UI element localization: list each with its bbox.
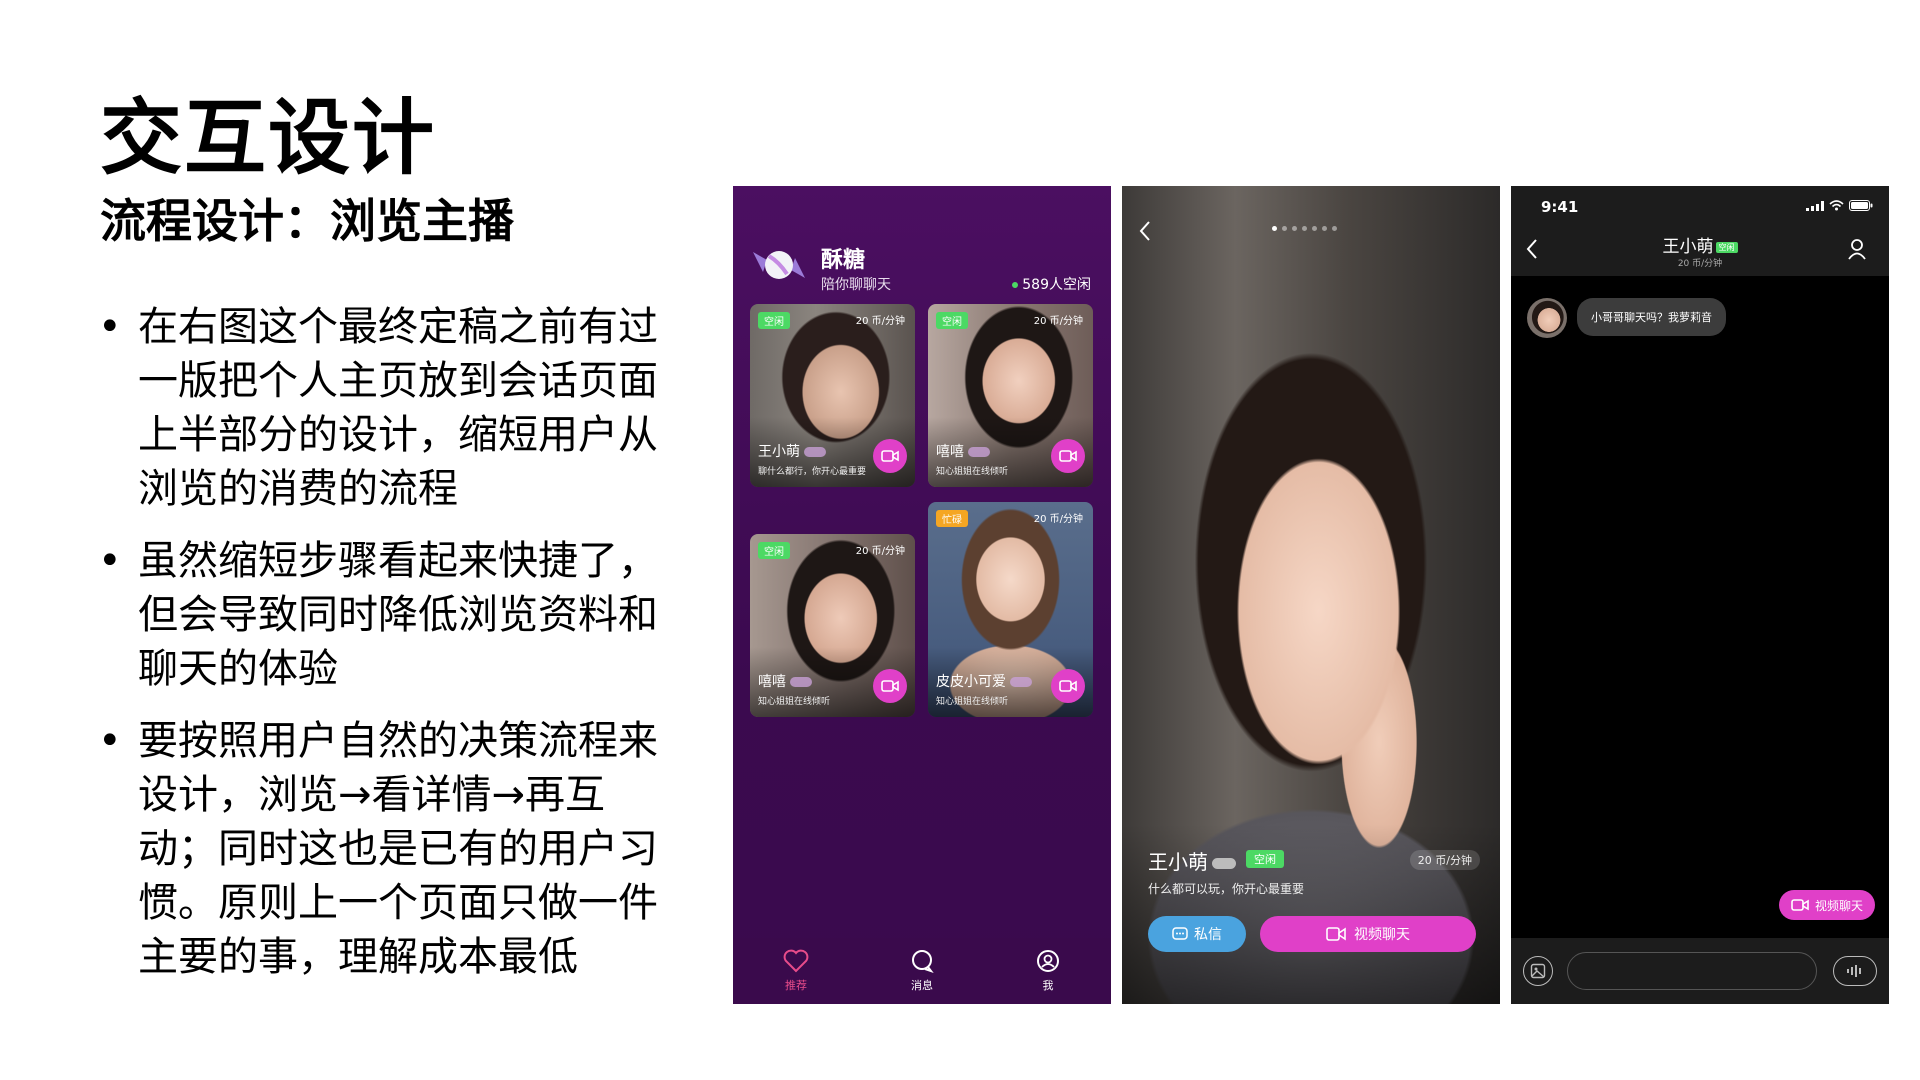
chat-message-bubble: 小哥哥聊天吗？我萝莉音: [1577, 298, 1726, 336]
image-icon: [1530, 963, 1546, 979]
anchor-name: 嘻嘻: [758, 671, 812, 691]
anchor-card[interactable]: 空闲 20 币/分钟 嘻嘻 知心姐姐在线倾听: [750, 534, 915, 717]
anchor-desc: 知心姐姐在线倾听: [936, 697, 1009, 707]
screen-anchor-list: 酥糖 陪你聊聊天 589人空闲 空闲 20 币/分钟 王小萌 聊什么都行，你开心…: [733, 186, 1111, 1004]
price-label: 20 币/分钟: [1409, 850, 1480, 870]
status-badge: 空闲: [1246, 850, 1284, 868]
anchor-card[interactable]: 忙碌 20 币/分钟 皮皮小可爱 知心姐姐在线倾听: [928, 502, 1093, 717]
photo-pager-dots: [1272, 226, 1337, 231]
slide-subtitle: 流程设计：浏览主播: [100, 194, 514, 248]
video-camera-icon: [881, 680, 899, 692]
tab-bar: 推荐 消息 我: [733, 938, 1111, 1004]
video-camera-icon: [1059, 450, 1077, 462]
back-arrow-icon[interactable]: [1138, 220, 1152, 242]
anchor-card[interactable]: 空闲 20 币/分钟 王小萌 聊什么都行，你开心最重要: [750, 304, 915, 487]
video-camera-icon: [881, 450, 899, 462]
video-call-button[interactable]: [873, 669, 907, 703]
profile-icon: [1037, 950, 1059, 972]
anchor-name: 王小萌: [1148, 846, 1236, 875]
slide-title: 交互设计: [100, 91, 437, 186]
voice-input-button[interactable]: [1833, 956, 1877, 986]
tab-me[interactable]: 我: [1008, 949, 1088, 993]
image-picker-button[interactable]: [1523, 956, 1553, 986]
status-icons: [1806, 200, 1873, 211]
status-badge: 忙碌: [936, 510, 968, 527]
candy-logo-icon: [753, 251, 805, 279]
heart-icon: [783, 949, 809, 973]
bullet-list: 在右图这个最终定稿之前有过一版把个人主页放到会话页面上半部分的设计，缩短用户从浏…: [96, 300, 676, 1002]
status-time: 9:41: [1541, 198, 1579, 216]
bullet-item: 在右图这个最终定稿之前有过一版把个人主页放到会话页面上半部分的设计，缩短用户从浏…: [96, 300, 676, 516]
anchor-card[interactable]: 空闲 20 币/分钟 嘻嘻 知心姐姐在线倾听: [928, 304, 1093, 487]
user-profile-icon[interactable]: [1847, 238, 1867, 260]
status-badge: 空闲: [758, 312, 790, 329]
bullet-item: 虽然缩短步骤看起来快捷了，但会导致同时降低浏览资料和聊天的体验: [96, 534, 676, 696]
video-camera-icon: [1326, 927, 1346, 941]
chat-message-input[interactable]: [1567, 952, 1817, 990]
screen-chat: 9:41 王小萌 空闲 20 币/分钟 小哥哥聊天吗？我萝莉音 视频聊天: [1511, 186, 1889, 1004]
price-label: 20 币/分钟: [855, 546, 905, 557]
avatar[interactable]: [1527, 298, 1567, 338]
signal-icon: [1806, 200, 1824, 211]
video-call-button[interactable]: [1051, 669, 1085, 703]
private-message-button[interactable]: 私信: [1148, 916, 1246, 952]
anchor-desc: 什么都可以玩，你开心最重要: [1148, 882, 1305, 896]
status-badge: 空闲: [1715, 241, 1738, 253]
status-badge: 空闲: [936, 312, 968, 329]
screen-anchor-profile: 王小萌 空闲 20 币/分钟 什么都可以玩，你开心最重要 私信 视频聊天: [1122, 186, 1500, 1004]
video-call-button[interactable]: [873, 439, 907, 473]
wifi-icon: [1829, 200, 1844, 211]
anchor-desc: 知心姐姐在线倾听: [936, 467, 1009, 477]
anchor-name: 王小萌: [758, 441, 826, 461]
anchor-name: 皮皮小可爱: [936, 671, 1032, 691]
price-label: 20 币/分钟: [1033, 316, 1083, 327]
price-label: 20 币/分钟: [1677, 259, 1723, 269]
video-call-button[interactable]: [1051, 439, 1085, 473]
bullet-item: 要按照用户自然的决策流程来设计，浏览→看详情→再互动；同时这也是已有的用户习惯。…: [96, 714, 676, 984]
tab-messages[interactable]: 消息: [882, 949, 962, 993]
app-subtitle: 陪你聊聊天: [821, 277, 891, 293]
chat-input-bar: [1511, 938, 1889, 1004]
anchor-desc: 知心姐姐在线倾听: [758, 697, 831, 707]
battery-icon: [1849, 200, 1873, 211]
message-icon: [1172, 927, 1188, 940]
anchor-name: 嘻嘻: [936, 441, 990, 461]
status-badge: 空闲: [758, 542, 790, 559]
video-camera-icon: [1059, 680, 1077, 692]
online-count: 589人空闲: [1012, 274, 1091, 294]
price-label: 20 币/分钟: [855, 316, 905, 327]
price-label: 20 币/分钟: [1033, 514, 1083, 525]
tab-recommend[interactable]: 推荐: [756, 949, 836, 993]
app-title: 酥糖: [821, 248, 866, 273]
video-chat-button[interactable]: 视频聊天: [1260, 916, 1476, 952]
chat-header: 9:41 王小萌 空闲 20 币/分钟: [1511, 186, 1889, 276]
chat-bubble-icon: [912, 950, 934, 973]
video-camera-icon: [1791, 899, 1809, 911]
anchor-desc: 聊什么都行，你开心最重要: [758, 467, 867, 477]
video-chat-button[interactable]: 视频聊天: [1778, 890, 1875, 920]
chat-title: 王小萌 空闲: [1511, 232, 1889, 257]
voice-wave-icon: [1847, 965, 1861, 977]
